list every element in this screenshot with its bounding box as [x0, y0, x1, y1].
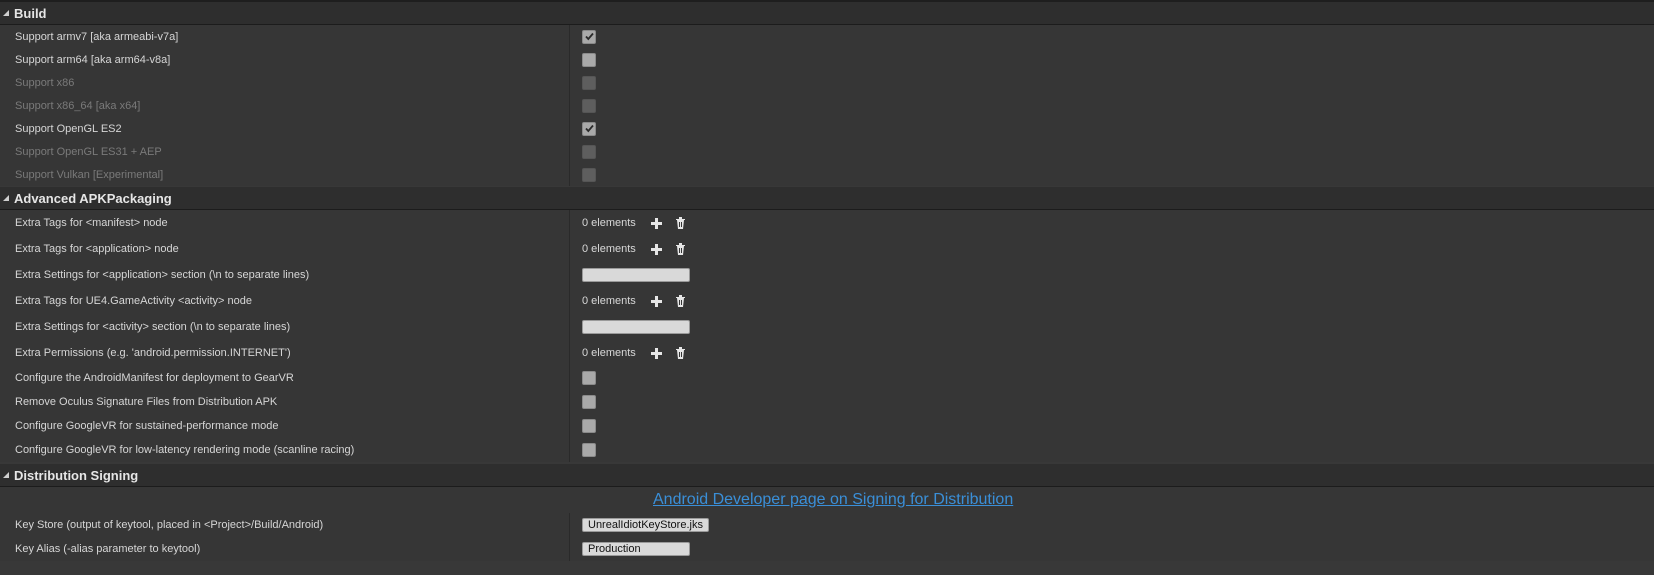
- row-label: Support arm64 [aka arm64-v8a]: [0, 48, 570, 71]
- collapse-triangle-icon[interactable]: [3, 10, 9, 16]
- row-build-option: Support x86_64 [aka x64]: [0, 94, 1654, 117]
- row-label: Extra Settings for <activity> section (\…: [0, 314, 570, 340]
- row-label: Remove Oculus Signature Files from Distr…: [0, 390, 570, 414]
- element-count: 0 elements: [582, 295, 636, 307]
- collapse-triangle-icon[interactable]: [3, 195, 9, 201]
- collapse-triangle-icon[interactable]: [3, 472, 9, 478]
- row-build-option: Support Vulkan [Experimental]: [0, 163, 1654, 186]
- section-header-build[interactable]: Build: [0, 2, 1654, 25]
- checkmark-icon: [584, 31, 595, 42]
- row-extra-permissions: Extra Permissions (e.g. 'android.permiss…: [0, 340, 1654, 366]
- build-option-checkbox[interactable]: [582, 121, 596, 136]
- element-count: 0 elements: [582, 217, 636, 229]
- row-key-alias: Key Alias (-alias parameter to keytool) …: [0, 537, 1654, 561]
- row-label: Support armv7 [aka armeabi-v7a]: [0, 25, 570, 48]
- row-application-settings: Extra Settings for <application> section…: [0, 262, 1654, 288]
- build-option-checkbox: [582, 167, 596, 182]
- element-count: 0 elements: [582, 347, 636, 359]
- trash-icon[interactable]: [674, 346, 688, 360]
- row-build-option: Support OpenGL ES2: [0, 117, 1654, 140]
- section-header-distribution-signing[interactable]: Distribution Signing: [0, 464, 1654, 487]
- section-title-build: Build: [14, 5, 47, 21]
- row-label: Support Vulkan [Experimental]: [0, 163, 570, 186]
- row-label: Support x86: [0, 71, 570, 94]
- plus-icon[interactable]: [650, 242, 664, 256]
- row-oculus-signature: Remove Oculus Signature Files from Distr…: [0, 390, 1654, 414]
- row-label: Extra Settings for <application> section…: [0, 262, 570, 288]
- row-label: Support OpenGL ES31 + AEP: [0, 140, 570, 163]
- row-application-tags: Extra Tags for <application> node 0 elem…: [0, 236, 1654, 262]
- plus-icon[interactable]: [650, 216, 664, 230]
- trash-icon[interactable]: [674, 294, 688, 308]
- row-label: Extra Tags for <application> node: [0, 236, 570, 262]
- row-googlevr-lowlatency: Configure GoogleVR for low-latency rende…: [0, 438, 1654, 462]
- row-label: Extra Permissions (e.g. 'android.permiss…: [0, 340, 570, 366]
- build-option-checkbox: [582, 144, 596, 159]
- row-build-option: Support armv7 [aka armeabi-v7a]: [0, 25, 1654, 48]
- row-activity-settings: Extra Settings for <activity> section (\…: [0, 314, 1654, 340]
- row-key-store: Key Store (output of keytool, placed in …: [0, 513, 1654, 537]
- row-manifest-tags: Extra Tags for <manifest> node 0 element…: [0, 210, 1654, 236]
- gearvr-manifest-checkbox[interactable]: [582, 371, 596, 385]
- row-build-option: Support arm64 [aka arm64-v8a]: [0, 48, 1654, 71]
- row-googlevr-sustained: Configure GoogleVR for sustained-perform…: [0, 414, 1654, 438]
- plus-icon[interactable]: [650, 294, 664, 308]
- row-label: Support OpenGL ES2: [0, 117, 570, 140]
- row-label: Configure GoogleVR for sustained-perform…: [0, 414, 570, 438]
- row-label: Configure the AndroidManifest for deploy…: [0, 366, 570, 390]
- googlevr-lowlatency-checkbox[interactable]: [582, 443, 596, 457]
- row-gearvr-manifest: Configure the AndroidManifest for deploy…: [0, 366, 1654, 390]
- activity-settings-input[interactable]: [582, 320, 690, 334]
- application-settings-input[interactable]: [582, 268, 690, 282]
- build-option-checkbox: [582, 98, 596, 113]
- row-build-option: Support OpenGL ES31 + AEP: [0, 140, 1654, 163]
- trash-icon[interactable]: [674, 216, 688, 230]
- key-store-input[interactable]: UnrealIdiotKeyStore.jks: [582, 518, 709, 532]
- row-label: Support x86_64 [aka x64]: [0, 94, 570, 117]
- key-alias-input[interactable]: Production: [582, 542, 690, 556]
- checkmark-icon: [584, 123, 595, 134]
- oculus-signature-checkbox[interactable]: [582, 395, 596, 409]
- trash-icon[interactable]: [674, 242, 688, 256]
- signing-docs-link[interactable]: Android Developer page on Signing for Di…: [653, 491, 1013, 509]
- googlevr-sustained-checkbox[interactable]: [582, 419, 596, 433]
- row-label: Extra Tags for UE4.GameActivity <activit…: [0, 288, 570, 314]
- section-title-apk: Advanced APKPackaging: [14, 190, 172, 206]
- element-count: 0 elements: [582, 243, 636, 255]
- build-option-checkbox[interactable]: [582, 29, 596, 44]
- build-option-checkbox[interactable]: [582, 52, 596, 67]
- row-build-option: Support x86: [0, 71, 1654, 94]
- row-label: Extra Tags for <manifest> node: [0, 210, 570, 236]
- section-header-advanced-apk-packaging[interactable]: Advanced APKPackaging: [0, 187, 1654, 210]
- row-label: Configure GoogleVR for low-latency rende…: [0, 438, 570, 462]
- build-option-checkbox: [582, 75, 596, 90]
- row-label: Key Alias (-alias parameter to keytool): [0, 537, 570, 561]
- plus-icon[interactable]: [650, 346, 664, 360]
- row-activity-tags: Extra Tags for UE4.GameActivity <activit…: [0, 288, 1654, 314]
- section-title-signing: Distribution Signing: [14, 467, 139, 483]
- row-label: Key Store (output of keytool, placed in …: [0, 513, 570, 537]
